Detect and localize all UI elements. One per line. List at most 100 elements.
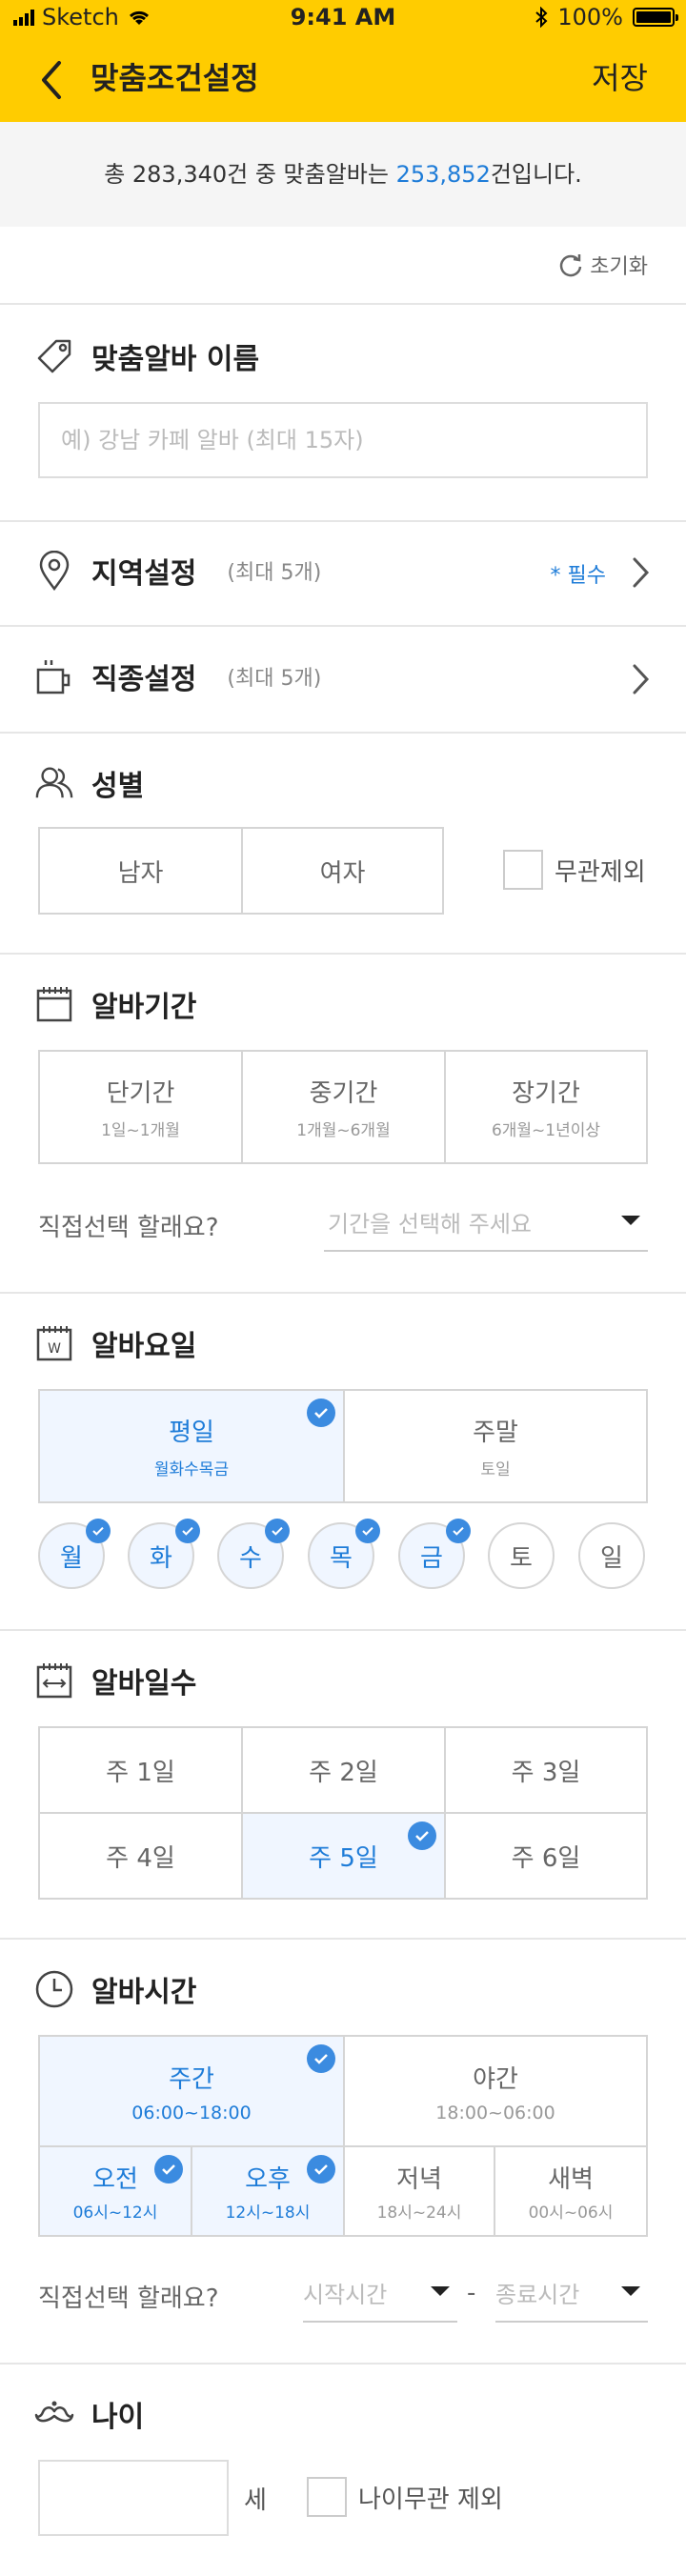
gender-options: 남자 여자 [38, 827, 444, 915]
daycount-option[interactable]: 주 6일 [446, 1814, 646, 1898]
dropdown-arrow-icon [621, 1216, 640, 1225]
divider [0, 732, 686, 734]
option-label: 주간 [169, 2064, 214, 2094]
age-field[interactable] [38, 2460, 229, 2536]
region-title: 지역설정 [91, 557, 197, 591]
status-bar: Sketch 9:41 AM 100% [0, 0, 686, 38]
period-options: 단기간 1일~1개월 중기간 1개월~6개월 장기간 6개월~1년이상 [38, 1050, 648, 1164]
alarm-name-input[interactable] [59, 426, 646, 454]
checkbox[interactable] [503, 850, 543, 890]
region-title-group: 지역설정 (최대 5개) [34, 550, 321, 592]
daycount-option[interactable]: 주 1일 [40, 1728, 243, 1814]
gender-title: 성별 [91, 770, 145, 803]
option-label: 주 1일 [106, 1758, 175, 1787]
option-sub: 6개월~1년이상 [491, 1121, 601, 1140]
day-label: 월 [60, 1543, 83, 1573]
check-icon [355, 1519, 380, 1543]
day-label: 수 [239, 1543, 262, 1573]
check-icon [307, 2044, 335, 2073]
time-slot-morning[interactable]: 오전 06시~12시 [40, 2147, 192, 2235]
option-sub: 18:00~06:00 [435, 2102, 555, 2123]
period-option-short[interactable]: 단기간 1일~1개월 [40, 1052, 243, 1162]
day-option[interactable]: 목 [308, 1519, 380, 1589]
period-dropdown[interactable]: 기간을 선택해 주세요 [324, 1193, 648, 1252]
day-label: 일 [600, 1543, 623, 1573]
option-label: 장기간 [512, 1079, 580, 1108]
gender-option-female[interactable]: 여자 [243, 829, 442, 913]
period-direct-label: 직접선택 할래요? [38, 1214, 219, 1242]
coffee-cup-icon [34, 656, 74, 696]
weekday-option-weekdays[interactable]: 평일 월화수목금 [40, 1391, 345, 1501]
period-title: 알바기간 [91, 991, 197, 1024]
reset-button[interactable]: 초기화 [557, 250, 648, 280]
daycount-option-selected[interactable]: 주 5일 [243, 1814, 446, 1898]
check-icon [175, 1519, 200, 1543]
day-option[interactable]: 금 [398, 1519, 471, 1589]
option-label: 중기간 [309, 1079, 378, 1108]
age-any-checkbox[interactable]: 나이무관 제외 [307, 2477, 503, 2517]
calendar-week-icon: W [34, 1323, 74, 1363]
time-slot-evening[interactable]: 저녁 18시~24시 [345, 2147, 495, 2235]
day-label: 금 [420, 1543, 443, 1573]
option-sub: 월화수목금 [153, 1460, 230, 1479]
option-label: 주 6일 [511, 1843, 581, 1873]
day-option[interactable]: 일 [578, 1522, 645, 1589]
checkbox[interactable] [307, 2477, 347, 2517]
daycount-title-group: 알바일수 [34, 1660, 196, 1701]
weekday-title: 알바요일 [91, 1330, 197, 1363]
save-button[interactable]: 저장 [592, 57, 648, 99]
option-sub: 1일~1개월 [101, 1121, 180, 1140]
time-slot-dawn[interactable]: 새벽 00시~06시 [495, 2147, 646, 2235]
daycount-option[interactable]: 주 3일 [446, 1728, 646, 1814]
alarm-name-field[interactable] [38, 402, 648, 478]
option-label: 야간 [473, 2064, 518, 2094]
refresh-icon [560, 254, 582, 277]
result-summary: 총 283,340건 중 맞춤알바는 253,852건입니다. [0, 122, 686, 227]
option-sub: 1개월~6개월 [296, 1121, 391, 1140]
day-option[interactable]: 월 [38, 1519, 111, 1589]
end-time-dropdown[interactable]: 종료시간 [495, 2264, 648, 2323]
time-option-night[interactable]: 야간 18:00~06:00 [345, 2037, 646, 2147]
daycount-option[interactable]: 주 2일 [243, 1728, 446, 1814]
time-slot-afternoon[interactable]: 오후 12시~18시 [192, 2147, 345, 2235]
calendar-icon [34, 984, 74, 1024]
gender-option-male[interactable]: 남자 [40, 829, 243, 913]
day-option[interactable]: 수 [217, 1519, 290, 1589]
checkbox-label: 나이무관 제외 [358, 2485, 503, 2514]
start-time-dropdown[interactable]: 시작시간 [303, 2264, 457, 2323]
period-option-mid[interactable]: 중기간 1개월~6개월 [243, 1052, 446, 1162]
gender-title-group: 성별 [34, 762, 144, 804]
day-option[interactable]: 토 [488, 1522, 555, 1589]
day-label: 토 [510, 1543, 533, 1573]
page-title: 맞춤조건설정 [91, 60, 259, 96]
option-label: 새벽 [548, 2165, 594, 2194]
gender-any-checkbox[interactable]: 무관제외 [503, 850, 646, 890]
time-option-day[interactable]: 주간 06:00~18:00 [40, 2037, 345, 2147]
time-title: 알바시간 [91, 1976, 197, 2009]
mustache-icon [34, 2394, 74, 2434]
weekday-option-weekend[interactable]: 주말 토일 [345, 1391, 646, 1501]
chevron-right-icon[interactable] [631, 556, 650, 589]
option-label: 남자 [117, 858, 164, 888]
age-input[interactable] [59, 2484, 227, 2512]
time-range-dash: - [467, 2279, 476, 2307]
daycount-option[interactable]: 주 4일 [40, 1814, 243, 1898]
option-label: 오전 [92, 2165, 138, 2194]
day-option[interactable]: 화 [128, 1519, 200, 1589]
svg-text:W: W [48, 1341, 61, 1357]
back-arrow-icon[interactable] [34, 59, 72, 101]
check-icon [86, 1519, 111, 1543]
dropdown-placeholder: 시작시간 [303, 2281, 388, 2308]
age-title-group: 나이 [34, 2393, 144, 2435]
option-sub: 18시~24시 [376, 2204, 462, 2223]
period-option-long[interactable]: 장기간 6개월~1년이상 [446, 1052, 646, 1162]
time-direct-label: 직접선택 할래요? [38, 2284, 219, 2313]
users-icon [34, 763, 74, 803]
app-header: 맞춤조건설정 저장 [0, 38, 686, 122]
check-icon [408, 1821, 436, 1850]
daycount-title: 알바일수 [91, 1667, 197, 1701]
day-label: 목 [330, 1543, 353, 1573]
check-icon [307, 1399, 335, 1427]
chevron-right-icon[interactable] [631, 663, 650, 695]
option-sub: 06:00~18:00 [131, 2102, 252, 2123]
